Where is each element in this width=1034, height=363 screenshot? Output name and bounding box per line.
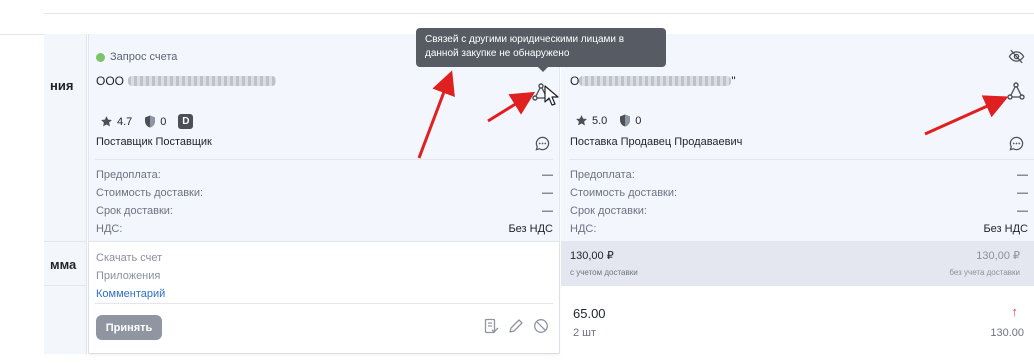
sum-without-delivery-note: без учета доставки <box>949 268 1020 277</box>
terms-row-vat: НДС: Без НДС <box>570 220 1028 238</box>
chat-icon[interactable] <box>1009 136 1024 151</box>
sum-with-delivery: 130,00 ₽ <box>570 250 614 262</box>
download-invoice-link[interactable]: Скачать счет <box>96 249 165 267</box>
shield-icon <box>145 115 156 128</box>
company-prefix: О <box>570 74 580 88</box>
invoice-check-icon[interactable] <box>483 318 499 334</box>
relations-tooltip: Связей с другими юридическими лицами в д… <box>416 28 666 72</box>
offer-status: Запрос счета <box>96 51 177 63</box>
offer-item-row: 65.00 2 шт ↑ 130.00 <box>561 285 1034 354</box>
terms-label: Предоплата: <box>570 169 635 181</box>
row-label-supplier: ния <box>50 78 74 93</box>
terms-row-delivery-cost: Стоимость доставки: — <box>96 184 553 202</box>
terms-label: Стоимость доставки: <box>96 187 204 199</box>
edit-icon[interactable] <box>508 318 524 334</box>
accept-button[interactable]: Принять <box>96 315 162 340</box>
rating-row: 4.7 0 D <box>100 114 194 129</box>
comment-link[interactable]: Комментарий <box>96 285 165 303</box>
rating: 4.7 <box>100 115 132 128</box>
company-suffix: " <box>731 74 736 88</box>
hide-eye-icon[interactable] <box>1008 48 1025 65</box>
company-name: ООО <box>96 74 277 88</box>
terms-row-vat: НДС: Без НДС <box>96 220 553 238</box>
terms-value: — <box>542 205 553 217</box>
rating-value: 5.0 <box>592 114 608 127</box>
mouse-cursor-icon <box>544 85 559 106</box>
rating-badge: D <box>178 114 194 129</box>
terms-row-delivery-cost: Стоимость доставки: — <box>570 184 1028 202</box>
terms-value: — <box>1017 205 1028 217</box>
terms-row-delivery-time: Срок доставки: — <box>570 202 1028 220</box>
status-label: Запрос счета <box>110 51 178 63</box>
terms-row-delivery-time: Срок доставки: — <box>96 202 553 220</box>
reject-icon[interactable] <box>533 318 549 334</box>
rating-row: 5.0 0 <box>575 114 653 127</box>
supplier-name: Поставщик Поставщик <box>96 136 212 148</box>
info-separator <box>95 159 553 160</box>
supplier-name: Поставка Продавец Продаваевич <box>570 136 743 148</box>
company-prefix: ООО <box>96 74 125 88</box>
reviews: 0 <box>619 114 641 127</box>
terms-value: — <box>542 187 553 199</box>
star-icon <box>101 116 112 127</box>
terms-value: Без НДС <box>983 223 1028 235</box>
chat-icon[interactable] <box>535 136 550 151</box>
top-strip <box>44 0 1034 14</box>
reviews-value: 0 <box>635 114 642 127</box>
shield-icon <box>620 114 631 127</box>
star-icon <box>576 115 587 126</box>
price-up-arrow-icon: ↑ <box>1011 304 1019 319</box>
reviews-value: 0 <box>160 115 167 128</box>
rating: 5.0 <box>575 114 607 127</box>
terms-label: НДС: <box>96 223 123 235</box>
terms-value: Без НДС <box>508 223 553 235</box>
terms-row-prepayment: Предоплата: — <box>570 166 1028 184</box>
terms-value: — <box>1017 169 1028 181</box>
action-icons <box>483 318 549 334</box>
left-divider <box>0 34 44 35</box>
terms-label: НДС: <box>570 223 597 235</box>
row-label-sum: мма <box>50 257 77 272</box>
rating-value: 4.7 <box>117 115 133 128</box>
sum-with-delivery-note: с учетом доставки <box>570 268 638 277</box>
row-separator <box>44 285 86 286</box>
item-quantity: 2 шт <box>573 327 597 339</box>
document-links: Скачать счет Приложения Комментарий <box>96 249 165 303</box>
sum-without-delivery: 130,00 ₽ <box>976 250 1020 262</box>
redacted-name <box>579 76 732 86</box>
offer-sum-row: 130,00 ₽ с учетом доставки 130,00 ₽ без … <box>561 241 1034 285</box>
item-total: 130.00 <box>990 327 1024 339</box>
relations-graph-icon[interactable] <box>1007 82 1025 100</box>
attachments-link[interactable]: Приложения <box>96 267 165 285</box>
terms-row-prepayment: Предоплата: — <box>96 166 553 184</box>
terms-value: — <box>1017 187 1028 199</box>
terms-value: — <box>542 169 553 181</box>
item-price: 65.00 <box>573 306 606 321</box>
info-separator <box>569 159 1034 160</box>
offer-card-2: О " 5.0 0 Поставка Продавец Продаваевич … <box>561 34 1034 354</box>
offer-card-1: Запрос счета ООО 4.7 0 D Поставщик Поста… <box>88 34 560 354</box>
terms-label: Стоимость доставки: <box>570 187 678 199</box>
terms-label: Предоплата: <box>96 169 161 181</box>
row-separator <box>44 241 86 242</box>
actions-separator <box>95 303 553 304</box>
redacted-name <box>128 76 277 86</box>
offer-terms: Предоплата: — Стоимость доставки: — Срок д… <box>570 166 1028 238</box>
terms-label: Срок доставки: <box>96 205 173 217</box>
company-name: О " <box>570 74 736 88</box>
offer-terms: Предоплата: — Стоимость доставки: — Срок д… <box>96 166 553 238</box>
status-dot-icon <box>96 52 105 62</box>
terms-label: Срок доставки: <box>570 205 647 217</box>
reviews: 0 <box>144 115 166 128</box>
